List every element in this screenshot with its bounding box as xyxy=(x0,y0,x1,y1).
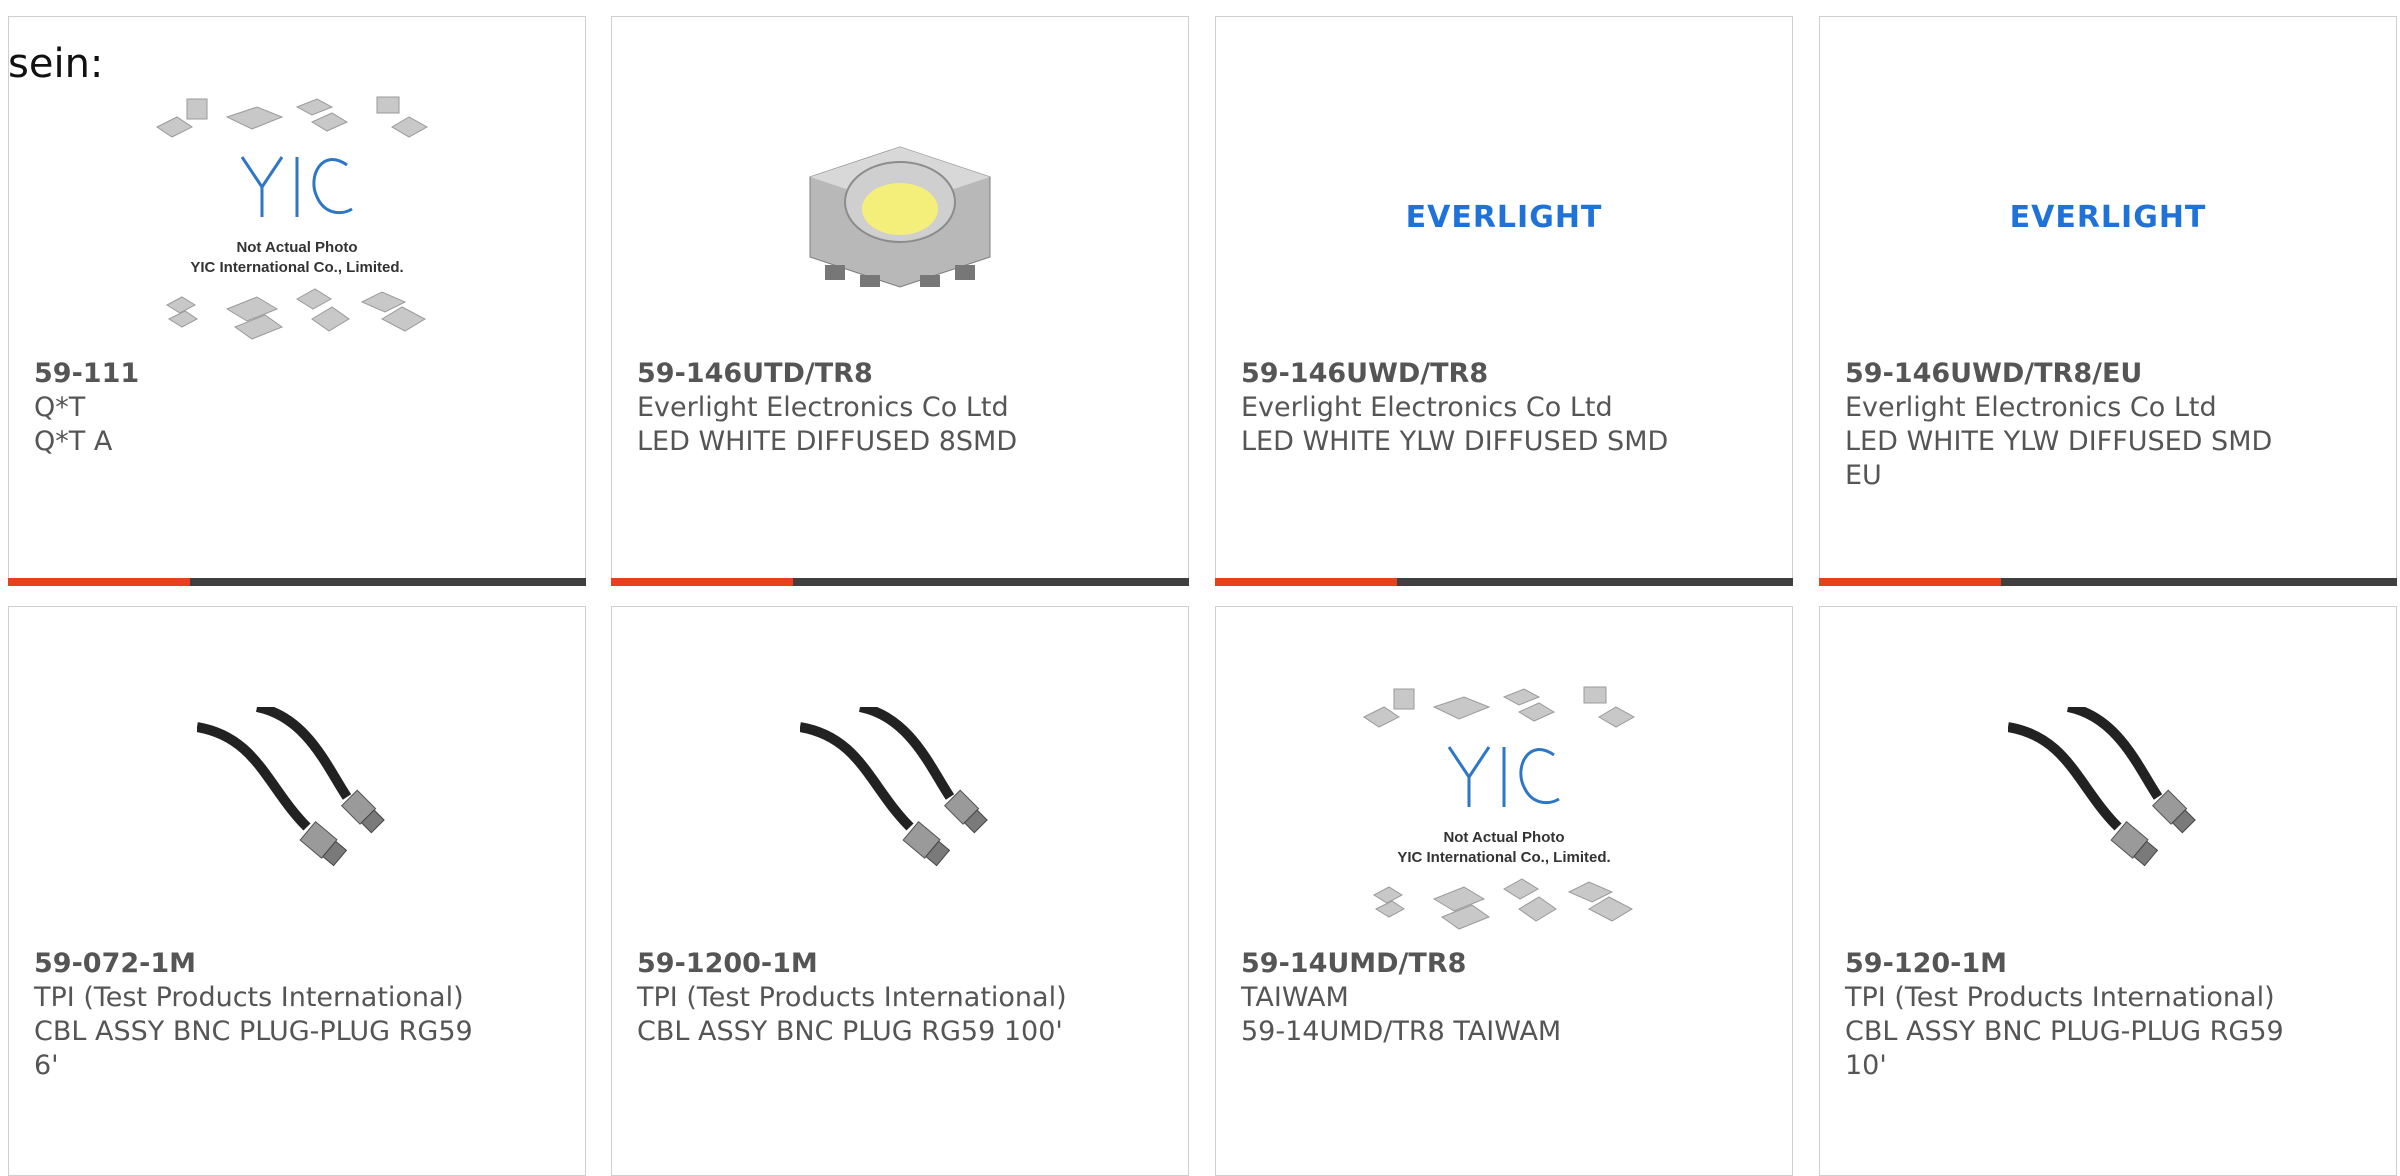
card-bottom-bar xyxy=(611,578,1189,586)
part-number[interactable]: 59-14UMD/TR8 xyxy=(1241,947,1772,981)
manufacturer: TPI (Test Products International) xyxy=(1845,982,2275,1013)
product-info: 59-120-1M TPI (Test Products Internation… xyxy=(1845,947,2376,1083)
product-card[interactable]: Not Actual Photo YIC International Co., … xyxy=(1215,606,1793,1176)
description: LED WHITE YLW DIFFUSED SMD EU xyxy=(1845,426,2273,491)
product-grid: Not Actual Photo YIC International Co., … xyxy=(0,0,2400,1176)
part-number[interactable]: 59-146UTD/TR8 xyxy=(637,357,1168,391)
manufacturer: Everlight Electronics Co Ltd xyxy=(1241,392,1613,423)
everlight-logo: EVERLIGHT xyxy=(1405,199,1603,235)
part-number[interactable]: 59-072-1M xyxy=(34,947,565,981)
product-card[interactable]: 59-072-1M TPI (Test Products Internation… xyxy=(8,606,586,1176)
description: CBL ASSY BNC PLUG-PLUG RG59 6' xyxy=(34,1016,473,1081)
product-info: 59-146UWD/TR8 Everlight Electronics Co L… xyxy=(1241,357,1772,459)
product-image-bnc-cable-photo xyxy=(9,647,585,967)
product-card[interactable]: EVERLIGHT 59-146UWD/TR8 Everlight Electr… xyxy=(1215,16,1793,586)
image-caption-1: Not Actual Photo xyxy=(1443,829,1564,846)
product-info: 59-1200-1M TPI (Test Products Internatio… xyxy=(637,947,1168,1049)
manufacturer: TPI (Test Products International) xyxy=(637,982,1067,1013)
manufacturer: TAIWAM xyxy=(1241,982,1349,1013)
description: 59-14UMD/TR8 TAIWAM xyxy=(1241,1016,1562,1047)
part-number[interactable]: 59-111 xyxy=(34,357,565,391)
product-image-bnc-cable-photo xyxy=(1820,647,2396,967)
product-card[interactable]: Not Actual Photo YIC International Co., … xyxy=(8,16,586,586)
description: CBL ASSY BNC PLUG-PLUG RG59 10' xyxy=(1845,1016,2284,1081)
description: Q*T A xyxy=(34,426,113,457)
product-card[interactable]: 59-1200-1M TPI (Test Products Internatio… xyxy=(611,606,1189,1176)
product-card[interactable]: EVERLIGHT 59-146UWD/TR8/EU Everlight Ele… xyxy=(1819,16,2397,586)
description: LED WHITE DIFFUSED 8SMD xyxy=(637,426,1018,457)
product-info: 59-146UTD/TR8 Everlight Electronics Co L… xyxy=(637,357,1168,459)
manufacturer: Everlight Electronics Co Ltd xyxy=(637,392,1009,423)
product-image-yic-placeholder: Not Actual Photo YIC International Co., … xyxy=(1216,647,1792,967)
product-info: 59-146UWD/TR8/EU Everlight Electronics C… xyxy=(1845,357,2376,493)
image-caption-2: YIC International Co., Limited. xyxy=(1397,849,1610,866)
card-bottom-bar xyxy=(8,578,586,586)
product-image-led-smd-photo xyxy=(612,57,1188,377)
part-number[interactable]: 59-1200-1M xyxy=(637,947,1168,981)
product-card[interactable]: 59-146UTD/TR8 Everlight Electronics Co L… xyxy=(611,16,1189,586)
part-number[interactable]: 59-146UWD/TR8 xyxy=(1241,357,1772,391)
product-image-bnc-cable-photo xyxy=(612,647,1188,967)
part-number[interactable]: 59-120-1M xyxy=(1845,947,2376,981)
manufacturer: TPI (Test Products International) xyxy=(34,982,464,1013)
part-number[interactable]: 59-146UWD/TR8/EU xyxy=(1845,357,2376,391)
card-bottom-bar xyxy=(1819,578,2397,586)
manufacturer: Everlight Electronics Co Ltd xyxy=(1845,392,2217,423)
product-image-everlight-logo: EVERLIGHT xyxy=(1820,57,2396,377)
product-info: 59-14UMD/TR8 TAIWAM 59-14UMD/TR8 TAIWAM xyxy=(1241,947,1772,1049)
product-image-everlight-logo: EVERLIGHT xyxy=(1216,57,1792,377)
everlight-logo: EVERLIGHT xyxy=(2009,199,2207,235)
description: CBL ASSY BNC PLUG RG59 100' xyxy=(637,1016,1063,1047)
image-caption-2: YIC International Co., Limited. xyxy=(190,259,403,276)
product-info: 59-111 Q*T Q*T A xyxy=(34,357,565,459)
image-caption-1: Not Actual Photo xyxy=(236,239,357,256)
manufacturer: Q*T xyxy=(34,392,86,423)
product-card[interactable]: 59-120-1M TPI (Test Products Internation… xyxy=(1819,606,2397,1176)
product-info: 59-072-1M TPI (Test Products Internation… xyxy=(34,947,565,1083)
intro-text: sein: xyxy=(8,41,104,87)
product-image-yic-placeholder: Not Actual Photo YIC International Co., … xyxy=(9,57,585,377)
card-bottom-bar xyxy=(1215,578,1793,586)
description: LED WHITE YLW DIFFUSED SMD xyxy=(1241,426,1669,457)
